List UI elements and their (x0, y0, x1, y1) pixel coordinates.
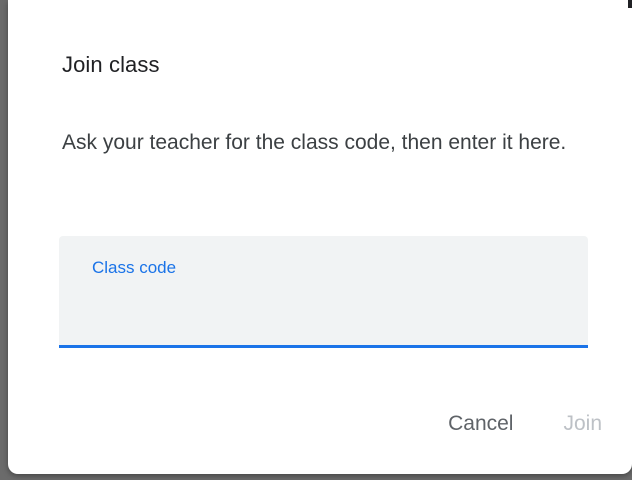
join-button[interactable]: Join (563, 408, 602, 440)
dialog-message: Ask your teacher for the class code, the… (62, 131, 567, 154)
dialog-title: Join class (62, 52, 160, 77)
class-code-label: Class code (92, 258, 177, 277)
window-edge (628, 0, 632, 8)
cancel-button[interactable]: Cancel (448, 408, 513, 440)
dialog-actions: Cancel Join (448, 408, 602, 440)
class-code-field[interactable]: Class code (59, 236, 588, 348)
join-class-dialog: Join class Ask your teacher for the clas… (8, 0, 632, 474)
class-code-input[interactable] (91, 288, 565, 326)
